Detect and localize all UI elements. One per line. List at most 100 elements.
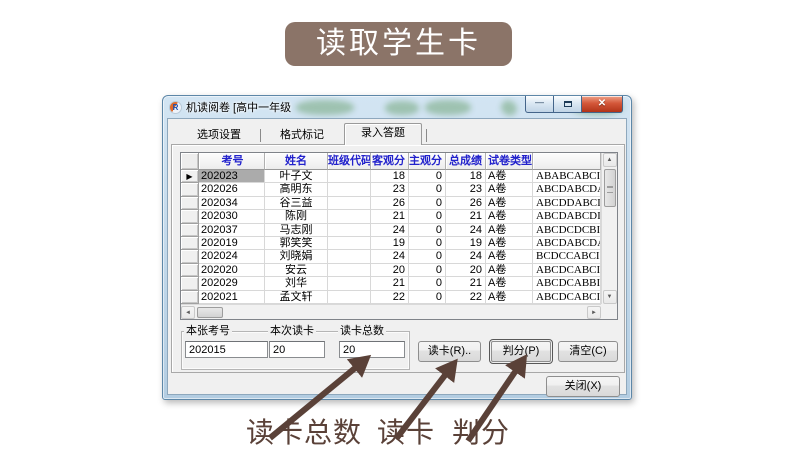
cell-objective[interactable]: 22 — [371, 291, 409, 304]
maximize-button[interactable] — [554, 96, 581, 113]
cell-subjective[interactable]: 0 — [409, 183, 446, 196]
scroll-left-icon[interactable]: ◄ — [181, 306, 195, 319]
cell-objective[interactable]: 18 — [371, 170, 409, 183]
cell-subjective[interactable]: 0 — [409, 224, 446, 237]
cell-name[interactable]: 马志刚 — [265, 224, 328, 237]
horizontal-scroll-thumb[interactable] — [197, 307, 223, 318]
cell-class-code[interactable] — [328, 277, 371, 290]
table-row[interactable]: 202026高明东23023A卷ABCDABCDA — [181, 183, 601, 196]
cell-name[interactable]: 郭笑笑 — [265, 237, 328, 250]
cell-paper-type[interactable]: A卷 — [486, 237, 533, 250]
cell-subjective[interactable]: 0 — [409, 210, 446, 223]
table-row[interactable]: 202030陈刚21021A卷ABCDABCDI — [181, 210, 601, 223]
tab-format-marks[interactable]: 格式标记 — [265, 127, 339, 144]
header-name[interactable]: 姓名 — [265, 153, 328, 170]
cell-name[interactable]: 孟文轩 — [265, 291, 328, 304]
cell-name[interactable]: 谷三益 — [265, 197, 328, 210]
read-card-button[interactable]: 读卡(R).. — [418, 341, 481, 362]
cell-paper-type[interactable]: A卷 — [486, 197, 533, 210]
cell-answers[interactable]: ABCDCABCI — [533, 291, 601, 304]
cell-paper-type[interactable]: A卷 — [486, 210, 533, 223]
cell-name[interactable]: 叶子文 — [265, 170, 328, 183]
cell-answers[interactable]: ABCDCABBI — [533, 277, 601, 290]
table-row[interactable]: 202037马志刚24024A卷ABCDCDCBI — [181, 224, 601, 237]
cell-subjective[interactable]: 0 — [409, 291, 446, 304]
cell-exam-no[interactable]: 202029 — [199, 277, 265, 290]
table-row[interactable]: 202024刘晓娟24024A卷BCDCCABCI — [181, 250, 601, 263]
cell-answers[interactable]: ABCDABCDA — [533, 237, 601, 250]
cell-exam-no[interactable]: 202023 — [199, 170, 265, 183]
cards-this-read-input[interactable] — [269, 341, 325, 358]
close-dialog-button[interactable]: 关闭(X) — [546, 376, 620, 397]
row-selector-button[interactable] — [181, 183, 199, 196]
cell-exam-no[interactable]: 202034 — [199, 197, 265, 210]
close-window-button[interactable]: ✕ — [581, 96, 623, 113]
table-row[interactable]: 202034谷三益26026A卷ABCDDABCI — [181, 197, 601, 210]
cell-answers[interactable]: ABCDCDCBI — [533, 224, 601, 237]
cell-total[interactable]: 22 — [446, 291, 486, 304]
cell-exam-no[interactable]: 202020 — [199, 264, 265, 277]
header-class-code[interactable]: 班级代码 — [328, 153, 371, 170]
cell-total[interactable]: 21 — [446, 210, 486, 223]
cell-class-code[interactable] — [328, 170, 371, 183]
cell-total[interactable]: 21 — [446, 277, 486, 290]
cell-exam-no[interactable]: 202024 — [199, 250, 265, 263]
cell-objective[interactable]: 26 — [371, 197, 409, 210]
cell-class-code[interactable] — [328, 197, 371, 210]
cell-objective[interactable]: 21 — [371, 210, 409, 223]
current-exam-no-input[interactable] — [185, 341, 268, 358]
cell-total[interactable]: 24 — [446, 250, 486, 263]
cell-name[interactable]: 高明东 — [265, 183, 328, 196]
header-total[interactable]: 总成绩 — [446, 153, 486, 170]
vertical-scroll-thumb[interactable] — [604, 169, 616, 207]
row-selector-button[interactable] — [181, 224, 199, 237]
cell-total[interactable]: 26 — [446, 197, 486, 210]
cell-total[interactable]: 23 — [446, 183, 486, 196]
tab-option-settings[interactable]: 选项设置 — [182, 127, 256, 144]
cell-name[interactable]: 陈刚 — [265, 210, 328, 223]
row-selector-button[interactable] — [181, 291, 199, 304]
row-selector-button[interactable] — [181, 237, 199, 250]
header-objective[interactable]: 客观分 — [371, 153, 409, 170]
cell-subjective[interactable]: 0 — [409, 197, 446, 210]
cell-subjective[interactable]: 0 — [409, 264, 446, 277]
cell-class-code[interactable] — [328, 291, 371, 304]
cell-paper-type[interactable]: A卷 — [486, 291, 533, 304]
cell-exam-no[interactable]: 202030 — [199, 210, 265, 223]
row-selector-button[interactable] — [181, 277, 199, 290]
cell-paper-type[interactable]: A卷 — [486, 264, 533, 277]
header-exam-no[interactable]: 考号 — [199, 153, 265, 170]
cell-name[interactable]: 刘华 — [265, 277, 328, 290]
header-answers[interactable] — [533, 153, 601, 170]
cell-class-code[interactable] — [328, 264, 371, 277]
minimize-button[interactable]: — — [525, 96, 554, 113]
cell-answers[interactable]: ABCDCABCI — [533, 264, 601, 277]
cell-answers[interactable]: BCDCCABCI — [533, 250, 601, 263]
cell-paper-type[interactable]: A卷 — [486, 224, 533, 237]
cell-objective[interactable]: 24 — [371, 224, 409, 237]
cell-paper-type[interactable]: A卷 — [486, 183, 533, 196]
vertical-scrollbar[interactable]: ▲ ▼ — [601, 153, 617, 304]
row-selector-button[interactable] — [181, 210, 199, 223]
cell-answers[interactable]: ABCDABCDI — [533, 210, 601, 223]
clear-button[interactable]: 清空(C) — [558, 341, 618, 362]
cell-class-code[interactable] — [328, 224, 371, 237]
cell-class-code[interactable] — [328, 210, 371, 223]
cell-objective[interactable]: 24 — [371, 250, 409, 263]
grade-button-outer[interactable]: 判分(P) — [489, 339, 553, 364]
cell-objective[interactable]: 19 — [371, 237, 409, 250]
cell-answers[interactable]: ABABCABCI — [533, 170, 601, 183]
cell-subjective[interactable]: 0 — [409, 250, 446, 263]
cell-answers[interactable]: ABCDDABCI — [533, 197, 601, 210]
cell-total[interactable]: 20 — [446, 264, 486, 277]
cell-class-code[interactable] — [328, 183, 371, 196]
cell-subjective[interactable]: 0 — [409, 170, 446, 183]
table-row[interactable]: 202019郭笑笑19019A卷ABCDABCDA — [181, 237, 601, 250]
header-paper-type[interactable]: 试卷类型 — [486, 153, 533, 170]
cell-paper-type[interactable]: A卷 — [486, 170, 533, 183]
cell-exam-no[interactable]: 202026 — [199, 183, 265, 196]
cell-class-code[interactable] — [328, 237, 371, 250]
cell-exam-no[interactable]: 202021 — [199, 291, 265, 304]
header-subjective[interactable]: 主观分 — [409, 153, 446, 170]
horizontal-scrollbar[interactable]: ◄ ► — [181, 304, 601, 319]
